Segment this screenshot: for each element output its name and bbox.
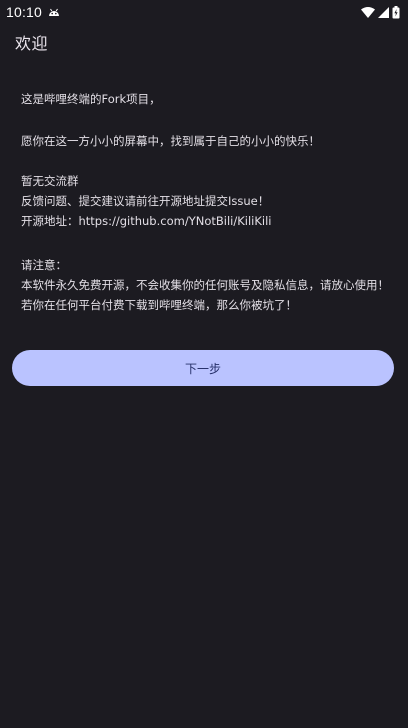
intro-text: 这是哔哩终端的Fork项目， — [21, 92, 161, 106]
feedback-text: 反馈问题、提交建议请前往开源地址提交Issue！ — [21, 194, 270, 208]
wish-text: 愿你在这一方小小的屏幕中，找到属于自己的小小的快乐！ — [21, 134, 320, 148]
group-text: 暂无交流群 — [21, 174, 79, 188]
status-bar: 10:10 — [0, 0, 408, 24]
wifi-icon — [361, 6, 375, 18]
page-title: 欢迎 — [15, 34, 49, 53]
next-step-button[interactable]: 下一步 — [12, 350, 394, 386]
status-left: 10:10 — [6, 4, 60, 20]
status-time: 10:10 — [6, 4, 43, 20]
notice-scam-text: 若你在任何平台付费下载到哔哩终端，那么你被坑了！ — [21, 298, 297, 312]
status-right — [361, 5, 400, 19]
welcome-content: 这是哔哩终端的Fork项目， 愿你在这一方小小的屏幕中，找到属于自己的小小的快乐… — [21, 89, 396, 315]
notification-android-icon — [48, 7, 60, 17]
battery-icon — [392, 5, 400, 19]
repo-link[interactable]: 开源地址：https://github.com/YNotBili/KiliKil… — [21, 211, 396, 231]
notice-free-text: 本软件永久免费开源，不会收集你的任何账号及隐私信息，请放心使用！ — [21, 278, 389, 292]
app-bar: 欢迎 — [0, 24, 408, 60]
welcome-screen: 10:10 欢迎 这是哔哩终端的Fork项目， 愿你在这一方小小的屏幕中，找到属… — [0, 0, 408, 728]
notice-title: 请注意： — [21, 258, 67, 272]
signal-icon — [378, 6, 389, 18]
